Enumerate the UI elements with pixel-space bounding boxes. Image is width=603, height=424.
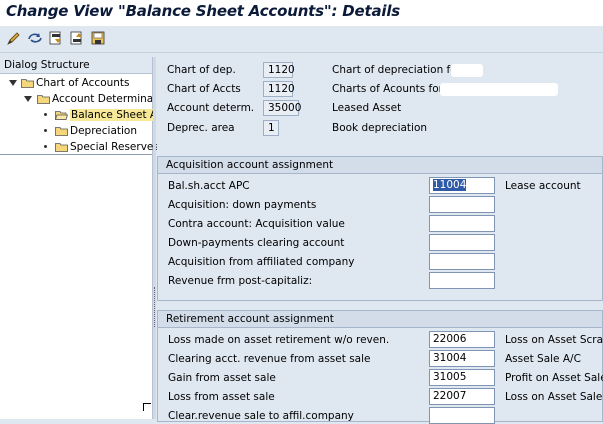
save-variant-icon[interactable] [90,30,106,46]
field-value-chart-of-accts: 1120 [263,81,295,97]
acq-input-affiliated-company[interactable] [429,253,495,270]
field-label-chart-of-accts: Chart of Accts [167,83,241,95]
ret-desc-gain-sale: Profit on Asset Sale [505,372,603,384]
field-label-deprec-area: Deprec. area [167,122,235,134]
field-desc-account-determ: Leased Asset [332,102,402,114]
tree-node-account-determination[interactable]: Account Determinati [0,92,152,108]
expand-triangle-icon[interactable] [9,80,17,86]
tree-bullet-icon [44,129,47,132]
ret-label-clear-revenue-affil: Clear.revenue sale to affil.company [168,410,354,422]
field-value-account-determ: 35000 [263,100,301,116]
ret-desc-clearing-revenue: Asset Sale A/C [505,353,581,365]
tree-node-label-selected: Balance Sheet Ac [70,109,153,121]
acq-desc-bal-sh-acct-apc: Lease account [505,180,581,192]
tree-divider [0,154,152,155]
ret-desc-loss-retirement: Loss on Asset Scrap [505,334,603,346]
application-toolbar [0,26,603,53]
retirement-group-title: Retirement account assignment [166,313,334,325]
folder-icon [21,78,34,88]
folder-icon [55,142,68,152]
acq-input-contra-account[interactable] [429,215,495,232]
open-folder-icon [55,110,68,120]
tree-node-label: Depreciation [70,125,137,137]
next-entry-icon[interactable] [69,30,85,46]
ret-input-loss-sale[interactable]: 22007 [429,388,495,405]
dialog-structure-header: Dialog Structure [0,57,152,74]
acq-value-bal-sh-acct-apc: 11004 [433,179,467,191]
acq-label-down-payments-clearing: Down-payments clearing account [168,237,345,249]
acq-label-contra-account: Contra account: Acquisition value [168,218,345,230]
ret-input-loss-retirement[interactable]: 22006 [429,331,495,348]
expand-triangle-icon[interactable] [24,96,32,102]
title-bar: Change View "Balance Sheet Accounts": De… [0,0,603,26]
folder-icon [37,94,50,104]
tree-node-label: Chart of Accounts [36,77,130,89]
folder-icon [55,126,68,136]
field-desc-deprec-area: Book depreciation [332,122,428,134]
acquisition-group-header: Acquisition account assignment [158,157,602,174]
acquisition-group: Acquisition account assignment Bal.sh.ac… [157,156,603,301]
page-title: Change View "Balance Sheet Accounts": De… [6,2,401,20]
field-desc-chart-of-dep: Chart of depreciation for [332,64,461,76]
ret-input-clearing-revenue[interactable]: 31004 [429,350,495,367]
dialog-structure-pane: Dialog Structure Chart of Accounts Accou… [0,57,159,419]
retirement-group-header: Retirement account assignment [158,311,602,328]
ret-input-clear-revenue-affil[interactable] [429,407,495,424]
redacted-text [451,64,483,77]
ret-desc-loss-sale: Loss on Asset Sale [505,391,603,403]
pane-splitter[interactable] [153,57,156,419]
field-desc-chart-of-accts: Charts of Acounts for [332,83,443,95]
field-label-account-determ: Account determ. [167,102,255,114]
acquisition-group-title: Acquisition account assignment [166,159,334,171]
tree-node-chart-of-accounts[interactable]: Chart of Accounts [0,76,152,92]
acq-label-down-payments: Acquisition: down payments [168,199,317,211]
acq-input-down-payments[interactable] [429,196,495,213]
tree-node-label: Account Determinati [52,93,152,105]
field-value-deprec-area: 1 [263,120,279,136]
resize-corner-icon[interactable] [143,403,151,411]
retirement-group: Retirement account assignment Loss made … [157,310,603,424]
acq-label-revenue-post-capitaliz: Revenue frm post-capitaliz: [168,275,313,287]
acq-input-revenue-post-capitaliz[interactable] [429,272,495,289]
ret-label-clearing-revenue: Clearing acct. revenue from asset sale [168,353,371,365]
tree-node-depreciation[interactable]: Depreciation [0,124,152,140]
ret-label-loss-retirement: Loss made on asset retirement w/o reven. [168,334,390,346]
field-label-chart-of-dep: Chart of dep. [167,64,236,76]
tree-node-label: Special Reserves [70,141,159,153]
field-value-chart-of-dep: 1120 [263,62,295,78]
edit-pencil-icon[interactable] [6,30,22,46]
ret-label-gain-sale: Gain from asset sale [168,372,276,384]
tree-node-balance-sheet-accounts[interactable]: Balance Sheet Ac [0,108,153,124]
ret-input-gain-sale[interactable]: 31005 [429,369,495,386]
acq-label-bal-sh-acct-apc: Bal.sh.acct APC [168,180,250,192]
acq-input-down-payments-clearing[interactable] [429,234,495,251]
ret-label-loss-sale: Loss from asset sale [168,391,275,403]
dialog-structure-title: Dialog Structure [4,59,90,71]
acq-input-bal-sh-acct-apc[interactable]: 11004 [429,177,495,194]
previous-entry-icon[interactable] [48,30,64,46]
redacted-text [440,83,558,96]
other-entry-icon[interactable] [27,30,43,46]
acq-label-affiliated-company: Acquisition from affiliated company [168,256,355,268]
tree-bullet-icon [44,145,47,148]
tree-bullet-icon [44,113,47,116]
